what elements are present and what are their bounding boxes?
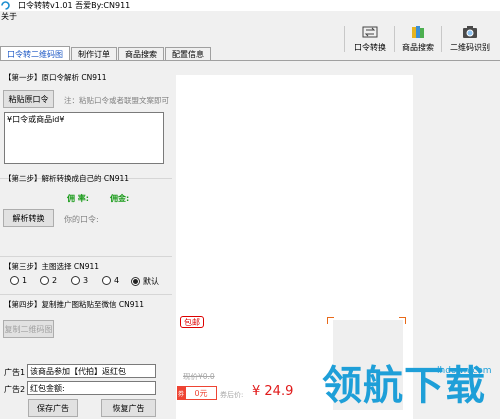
parse-convert-button[interactable]: 解析转换 <box>3 209 54 227</box>
radio-dot <box>10 276 19 285</box>
radio-label: 默认 <box>143 277 159 286</box>
corner-mark <box>399 317 406 324</box>
product-search-button[interactable]: 商品搜索 <box>398 24 438 54</box>
convert-label: 口令转换 <box>354 43 386 52</box>
watermark-domain: lhdown.com <box>437 366 492 376</box>
ad2-label: 广告2 <box>4 385 26 394</box>
ad1-input[interactable]: 该商品参加【代拍】返红包 <box>27 364 156 378</box>
tab-config[interactable]: 配置信息 <box>165 47 211 61</box>
tab-product-search[interactable]: 商品搜索 <box>118 47 164 61</box>
step4-title: 【第四步】复制推广图粘贴至微信 CN911 <box>4 300 145 309</box>
coupon-amount: 0元 <box>185 386 217 400</box>
radio-label: 2 <box>52 276 58 285</box>
coupon-prefix: 券 <box>177 386 185 400</box>
menu-bar: 关于 <box>0 11 17 22</box>
product-search-label: 商品搜索 <box>402 43 434 52</box>
watermark: 领航下载 lhdown.com <box>322 362 500 419</box>
toolbar-separator <box>441 26 442 52</box>
image-option-4[interactable]: 4 <box>102 276 119 285</box>
tab-strip: 口令转二维码图 制作订单 商品搜索 配置信息 <box>0 46 212 61</box>
code-input[interactable]: ¥口令或商品id¥ <box>4 112 164 164</box>
divider <box>0 294 172 295</box>
books-icon <box>408 24 428 40</box>
paste-code-button[interactable]: 粘贴原口令 <box>3 90 54 108</box>
image-option-1[interactable]: 1 <box>10 276 27 285</box>
convert-icon <box>360 24 380 40</box>
final-price-label: 券后价: <box>220 391 244 399</box>
radio-dot <box>71 276 80 285</box>
ad2-input[interactable]: 红包金额: <box>27 381 156 395</box>
coupon-box: 券 0元 <box>177 386 217 400</box>
step2-title: 【第二步】解析转换成自己的 CN911 <box>4 174 130 183</box>
original-price: 现价¥0.0 <box>183 372 215 381</box>
qr-recognize-label: 二维码识别 <box>450 43 490 52</box>
rate-label: 佣 率: <box>67 194 89 203</box>
step1-title: 【第一步】原口令解析 CN911 <box>4 73 107 82</box>
app-logo-icon <box>1 1 10 10</box>
radio-dot <box>102 276 111 285</box>
menu-item-about[interactable]: 关于 <box>0 11 17 22</box>
radio-label: 4 <box>114 276 120 285</box>
save-ads-button[interactable]: 保存广告 <box>28 399 78 417</box>
restore-ads-button[interactable]: 恢复广告 <box>101 399 156 417</box>
qr-recognize-button[interactable]: 二维码识别 <box>443 24 497 54</box>
camera-icon <box>460 24 480 40</box>
commission-label: 佣金: <box>110 194 130 203</box>
radio-dot-selected <box>131 277 140 286</box>
image-option-3[interactable]: 3 <box>71 276 88 285</box>
step3-title: 【第三步】主图选择 CN911 <box>4 262 100 271</box>
radio-dot <box>40 276 49 285</box>
paste-hint: 注：粘贴口令或者联盟文案即可 <box>64 96 169 105</box>
radio-label: 3 <box>83 276 89 285</box>
divider <box>0 256 172 257</box>
title-bar: 口令转转v1.01 吾爱By:CN911 <box>0 0 500 11</box>
toolbar-separator <box>394 26 395 52</box>
final-price: ¥ 24.9 <box>252 384 294 399</box>
your-code-label: 你的口令: <box>64 215 99 224</box>
window-title: 口令转转v1.01 吾爱By:CN911 <box>18 1 131 10</box>
tab-make-order[interactable]: 制作订单 <box>71 47 117 61</box>
radio-label: 1 <box>22 276 28 285</box>
ad1-label: 广告1 <box>4 368 26 377</box>
corner-mark <box>327 317 334 324</box>
convert-button[interactable]: 口令转换 <box>350 24 390 54</box>
free-shipping-badge: 包邮 <box>180 316 204 328</box>
image-option-default[interactable]: 默认 <box>131 276 159 287</box>
image-option-2[interactable]: 2 <box>40 276 57 285</box>
tab-code-to-qr[interactable]: 口令转二维码图 <box>0 46 70 61</box>
toolbar-separator <box>344 26 345 52</box>
copy-qr-button[interactable]: 复制二维码图 <box>3 320 54 338</box>
